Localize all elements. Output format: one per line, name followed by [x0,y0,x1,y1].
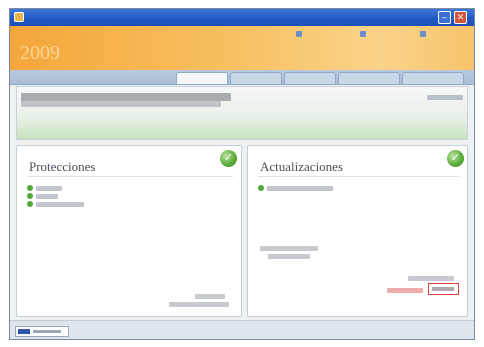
update-now-label [432,287,454,291]
title-bar[interactable]: – ✕ [10,9,474,26]
tab-4[interactable] [338,72,400,84]
configure-link[interactable] [195,294,225,299]
status-title [21,93,231,101]
update-info-line-1 [260,246,318,251]
divider [27,176,233,177]
status-details [21,101,221,107]
update-now-button[interactable] [428,283,459,295]
protection-item-1-label [36,186,62,191]
vendor-logo-text [33,330,61,333]
check-icon: ✓ [220,150,237,167]
protection-item-3-label [36,202,84,207]
top-link-2[interactable] [360,30,368,40]
status-summary [16,86,468,140]
actualizaciones-panel: Actualizaciones ✓ [247,145,468,317]
status-ok-icon [27,201,33,207]
product-banner: 2009 [10,26,474,70]
update-info-line-2 [268,254,310,259]
vendor-logo[interactable] [15,326,69,337]
top-link-3[interactable] [420,30,428,40]
top-links [296,30,472,41]
divider [258,176,459,177]
tab-2[interactable] [230,72,282,84]
update-item-1-label [267,186,333,191]
panel-title-protecciones: Protecciones [29,159,96,174]
close-button[interactable]: ✕ [454,11,467,24]
app-window: – ✕ 2009 Protecciones ✓ Actualizaciones … [9,8,475,340]
settings-icon [420,31,426,38]
panel-title-actualizaciones: Actualizaciones [260,159,344,174]
status-ok-icon [258,185,264,191]
status-ok-icon [27,185,33,191]
red-link[interactable] [387,288,423,293]
configure-description [169,302,229,307]
brand-year: 2009 [20,42,60,64]
minimize-button[interactable]: – [438,11,451,24]
status-link[interactable] [427,95,463,100]
update-status-text [408,276,454,281]
tab-1[interactable] [176,72,228,84]
bottom-bar [10,320,474,339]
info-icon [360,31,366,38]
check-icon: ✓ [447,150,464,167]
brand-logo: 2009 [20,42,60,64]
app-icon [14,12,24,22]
status-ok-icon [27,193,33,199]
tab-3[interactable] [284,72,336,84]
top-link-1[interactable] [296,30,304,40]
vendor-logo-mark [18,329,30,334]
tab-bar [10,70,474,85]
protecciones-panel: Protecciones ✓ [16,145,242,317]
help-icon [296,31,302,38]
protection-item-2-label [36,194,58,199]
tab-5[interactable] [402,72,464,84]
